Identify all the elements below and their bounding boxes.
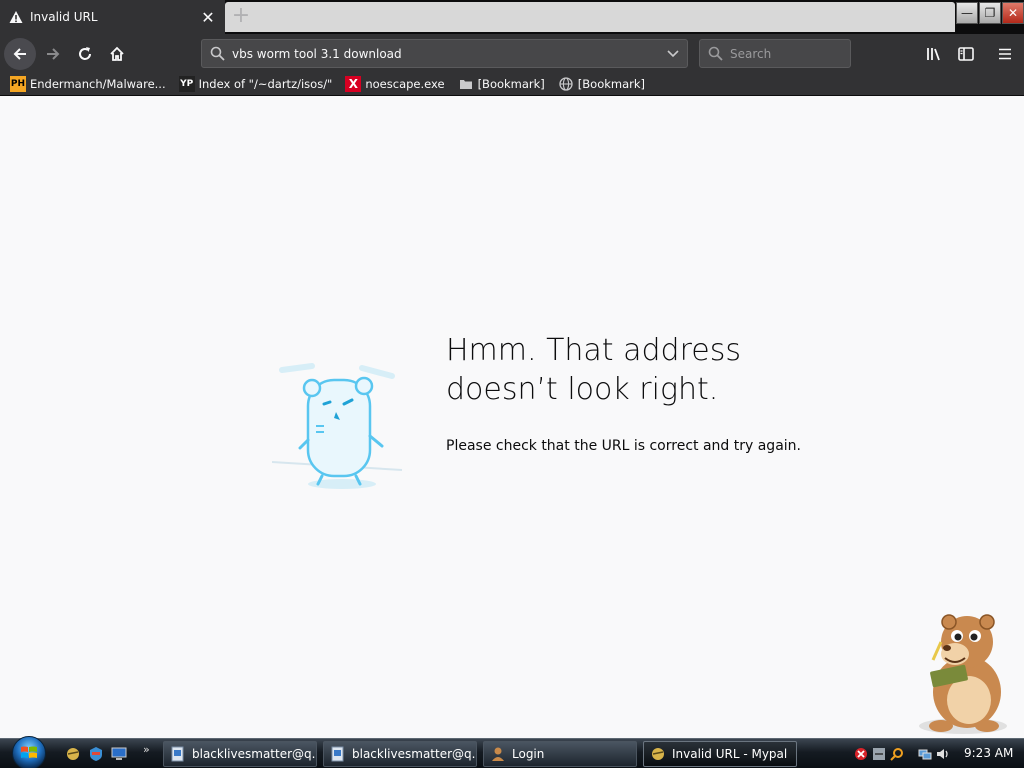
quicklaunch-more-button[interactable]: » bbox=[143, 743, 150, 756]
window-controls: — ❐ ✕ bbox=[955, 2, 1024, 24]
document-icon bbox=[331, 746, 344, 762]
new-tab-button[interactable]: + bbox=[229, 5, 253, 29]
search-icon bbox=[700, 46, 730, 61]
chevron-down-icon[interactable] bbox=[659, 49, 687, 58]
taskbar-item-label: Invalid URL - Mypal bbox=[672, 747, 788, 761]
error-title-line-2: doesn’t look right. bbox=[446, 372, 719, 407]
error-title-line-1: Hmm. That address bbox=[446, 333, 741, 368]
hamster-mascot[interactable] bbox=[905, 608, 1015, 736]
error-description: Please check that the URL is correct and… bbox=[446, 438, 801, 454]
tab-title: Invalid URL bbox=[30, 10, 98, 24]
bookmark-label: noescape.exe bbox=[365, 77, 445, 91]
home-button[interactable] bbox=[101, 38, 133, 70]
tab-invalid-url[interactable]: Invalid URL ✕ bbox=[0, 0, 225, 34]
library-icon bbox=[927, 48, 940, 61]
error-title: Hmm. That address doesn’t look right. bbox=[446, 331, 866, 409]
yp-icon: YP bbox=[178, 76, 195, 92]
restore-button[interactable]: ❐ bbox=[979, 2, 1001, 24]
search-input[interactable] bbox=[730, 46, 850, 61]
error-illustration bbox=[271, 356, 412, 496]
search-tray-icon[interactable] bbox=[889, 746, 905, 762]
document-icon bbox=[171, 746, 184, 762]
taskbar: » blacklivesmatter@q... blacklivesmatter… bbox=[0, 736, 1024, 768]
close-window-button[interactable]: ✕ bbox=[1002, 2, 1024, 24]
library-button[interactable] bbox=[919, 38, 949, 70]
taskbar-clock[interactable]: 9:23 AM bbox=[964, 746, 1013, 760]
back-button[interactable] bbox=[4, 38, 36, 70]
quicklaunch-browser-icon[interactable] bbox=[64, 745, 82, 763]
system-tray bbox=[853, 739, 953, 768]
menu-button[interactable] bbox=[990, 38, 1020, 70]
title-bar: Invalid URL ✕ + — ❐ ✕ bbox=[0, 0, 1024, 34]
browser-icon bbox=[652, 748, 664, 760]
security-alert-icon[interactable] bbox=[853, 746, 869, 762]
home-icon bbox=[110, 46, 124, 61]
taskbar-item-label: blacklivesmatter@q... bbox=[352, 747, 477, 761]
volume-icon[interactable] bbox=[935, 746, 951, 762]
url-bar[interactable] bbox=[201, 39, 688, 68]
network-icon[interactable] bbox=[917, 746, 933, 762]
taskbar-item-label: blacklivesmatter@q... bbox=[192, 747, 317, 761]
warning-icon bbox=[9, 10, 23, 24]
bookmark-label: Index of "/~dartz/isos/" bbox=[198, 77, 333, 91]
bookmark-item[interactable]: [Bookmark] bbox=[558, 76, 645, 92]
globe-icon bbox=[558, 76, 574, 92]
bookmark-endermanch[interactable]: PH Endermanch/Malware... bbox=[10, 76, 166, 92]
taskbar-item[interactable]: blacklivesmatter@q... bbox=[323, 741, 477, 767]
bookmark-noescape[interactable]: X noescape.exe bbox=[345, 76, 445, 92]
bookmark-label: [Bookmark] bbox=[477, 77, 545, 91]
url-input[interactable] bbox=[232, 46, 659, 61]
reload-button[interactable] bbox=[69, 38, 101, 70]
red-x-icon: X bbox=[345, 76, 362, 92]
close-tab-icon[interactable]: ✕ bbox=[197, 6, 219, 28]
quicklaunch-computer-icon[interactable] bbox=[110, 745, 128, 763]
forward-button[interactable] bbox=[37, 38, 69, 70]
taskbar-item[interactable]: blacklivesmatter@q... bbox=[163, 741, 317, 767]
bookmark-label: [Bookmark] bbox=[577, 77, 646, 91]
search-icon bbox=[202, 46, 232, 61]
folder-icon bbox=[458, 76, 474, 92]
page-content: Hmm. That address doesn’t look right. Pl… bbox=[0, 96, 1024, 738]
sidebar-icon bbox=[958, 47, 974, 61]
user-icon bbox=[492, 747, 504, 761]
search-bar[interactable] bbox=[699, 39, 851, 68]
bookmark-dartz-isos[interactable]: YP Index of "/~dartz/isos/" bbox=[178, 76, 333, 92]
windows-logo-icon bbox=[12, 736, 46, 768]
app-tray-icon[interactable] bbox=[871, 746, 887, 762]
reload-icon bbox=[79, 47, 91, 60]
minimize-button[interactable]: — bbox=[956, 2, 978, 24]
sidebar-button[interactable] bbox=[951, 38, 981, 70]
ph-icon: PH bbox=[10, 76, 26, 92]
bookmark-label: Endermanch/Malware... bbox=[30, 77, 166, 91]
quicklaunch-shield-icon[interactable] bbox=[87, 745, 105, 763]
arrow-right-icon bbox=[47, 48, 60, 60]
taskbar-item-label: Login bbox=[512, 747, 545, 761]
bookmarks-toolbar: PH Endermanch/Malware... YP Index of "/~… bbox=[0, 73, 1024, 96]
taskbar-item-active[interactable]: Invalid URL - Mypal bbox=[643, 741, 797, 767]
start-button[interactable] bbox=[7, 736, 51, 768]
tab-strip[interactable] bbox=[225, 2, 955, 32]
hamburger-menu-icon bbox=[999, 48, 1011, 60]
arrow-left-icon bbox=[13, 48, 26, 60]
navigation-toolbar bbox=[0, 34, 1024, 73]
bookmark-item[interactable]: [Bookmark] bbox=[458, 76, 545, 92]
taskbar-item[interactable]: Login bbox=[483, 741, 637, 767]
